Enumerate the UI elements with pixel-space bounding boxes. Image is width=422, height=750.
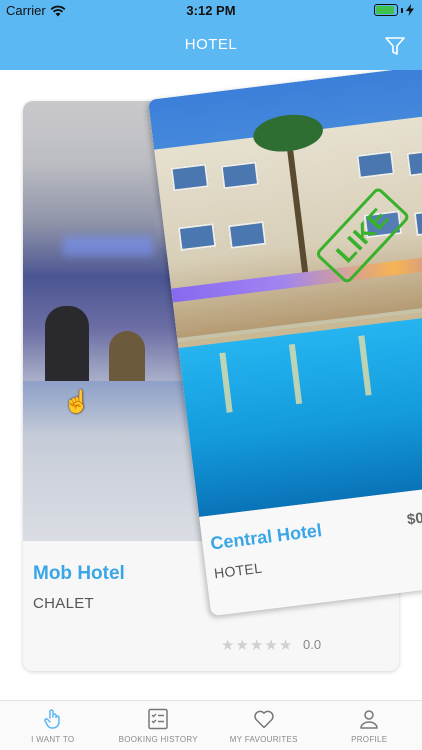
price-range: $0-$10 (406, 505, 422, 529)
hand-pointer-icon (43, 709, 60, 729)
building-window (227, 220, 267, 250)
tab-label: PROFILE (351, 735, 388, 744)
building-window (177, 222, 217, 252)
receptionist-silhouette (109, 331, 145, 387)
hotel-name: Central Hotel (209, 520, 323, 554)
building-window (170, 163, 210, 192)
clock: 3:12 PM (186, 3, 236, 18)
filter-icon (385, 37, 405, 55)
light-reflection (358, 335, 372, 396)
star-icon: ★ (264, 637, 278, 654)
card-stack: ☝ Mob Hotel CHALET ★ ★ ★ ★ ★ 0.0 LIKE Ce… (0, 70, 422, 700)
light-reflection (288, 343, 303, 405)
light-reflection (219, 352, 233, 413)
user-icon (360, 710, 378, 729)
tab-booking-history[interactable]: BOOKING HISTORY (106, 701, 212, 750)
hotel-name: Mob Hotel (33, 563, 125, 584)
battery-fill (376, 6, 394, 14)
navigation-bar: HOTEL (0, 22, 422, 70)
page-title: HOTEL (184, 36, 238, 53)
status-bar: Carrier 3:12 PM (0, 0, 422, 22)
star-icon: ★ (235, 637, 249, 654)
filter-button[interactable] (384, 35, 406, 57)
battery-indicator (374, 4, 414, 16)
building-window (413, 208, 422, 237)
star-icon: ★ (278, 637, 293, 654)
blue-light-strip (63, 236, 153, 256)
building-window (406, 148, 422, 177)
building-window (356, 150, 395, 179)
battery-icon (374, 4, 398, 16)
heart-icon (254, 710, 274, 729)
hotel-type: HOTEL (213, 559, 263, 582)
tab-label: I WANT TO (31, 735, 75, 744)
receptionist-silhouette (45, 306, 89, 386)
hand-cursor-icon: ☝ (63, 389, 91, 414)
tab-label: MY FAVOURITES (229, 735, 298, 744)
building-lights (171, 247, 422, 303)
tab-profile[interactable]: PROFILE (317, 701, 422, 750)
checklist-icon (148, 708, 168, 730)
tab-my-favourites[interactable]: MY FAVOURITES (211, 701, 317, 750)
charging-bolt-icon (406, 4, 414, 16)
rating-score: 0.0 (303, 637, 322, 652)
hotel-type: CHALET (33, 595, 94, 612)
star-rating: ★ ★ ★ ★ ★ (221, 636, 292, 654)
star-icon: ★ (221, 637, 235, 654)
building-window (220, 161, 260, 190)
battery-tip (401, 7, 403, 13)
tab-i-want-to[interactable]: I WANT TO (0, 701, 106, 750)
tab-bar: I WANT TO BOOKING HISTORY MY FAVOURITES … (0, 700, 422, 750)
star-icon: ★ (249, 637, 264, 654)
tab-label: BOOKING HISTORY (118, 735, 198, 744)
